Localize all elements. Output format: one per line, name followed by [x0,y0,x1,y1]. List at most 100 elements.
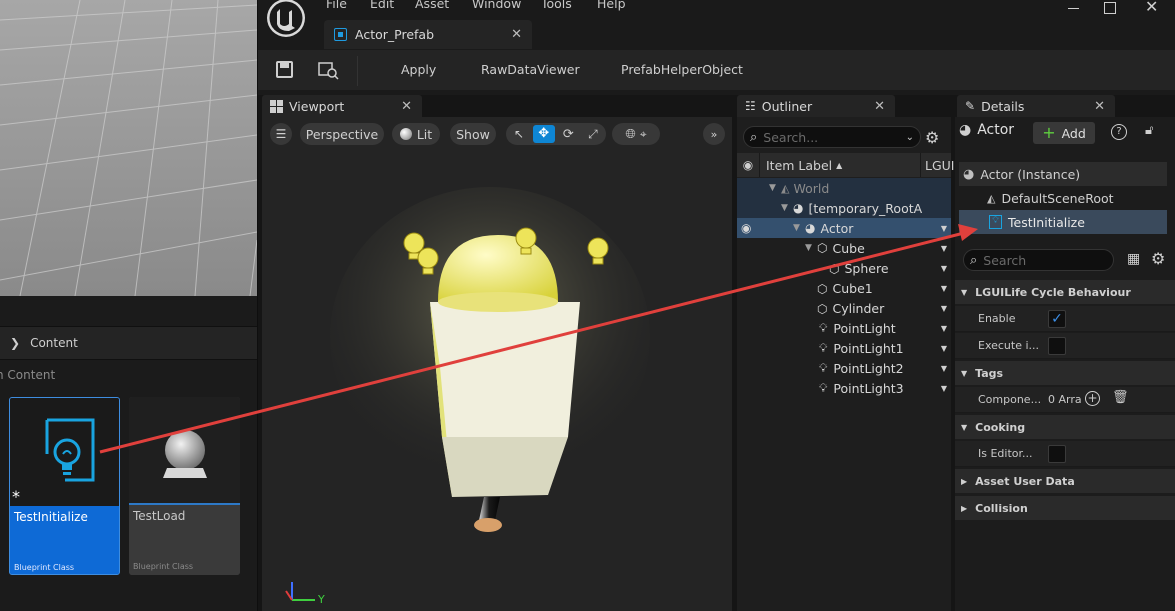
dropdown-arrow-icon[interactable]: ▼ [941,304,947,313]
asset-tile-testload[interactable]: TestLoad Blueprint Class [129,397,240,575]
outliner-icon: ☷ [745,99,756,113]
details-search-input[interactable]: ⌕ Search [963,249,1114,271]
scene-root-icon: ◭ [987,191,996,205]
document-tab-actor-prefab[interactable]: Actor_Prefab ✕ [324,20,532,49]
add-element-icon[interactable]: + [1085,391,1100,406]
tree-expand-arrow[interactable]: ▼ [769,183,781,193]
browse-asset-icon[interactable] [318,60,340,80]
tab-details[interactable]: ✎ Details ✕ [957,95,1115,117]
dropdown-arrow-icon[interactable]: ▼ [941,224,947,233]
point-light-icon: 💡︎ [819,381,828,395]
trash-icon[interactable]: 🗑︎ [1112,390,1129,405]
raw-data-viewer-button[interactable]: RawDataViewer [481,62,580,77]
outliner-row-cylinder[interactable]: ⬡ Cylinder ▼ [737,298,951,318]
help-icon[interactable]: ? [1111,124,1127,140]
tree-expand-arrow[interactable]: ▼ [781,203,793,213]
show-flags-button[interactable]: Show [450,123,496,145]
outliner-row-pointlight2[interactable]: 💡︎ PointLight2 ▼ [737,358,951,378]
minimize-button[interactable] [1064,0,1084,16]
eye-visibility-icon[interactable]: ◉ [741,221,751,235]
category-asset-user-data[interactable]: ▶ Asset User Data [955,469,1175,493]
asset-tile-testinitialize[interactable]: * TestInitialize Blueprint Class [9,397,120,575]
outliner-row-temporary-root[interactable]: ▼ ◕ [temporary_RootA [737,198,951,218]
menu-window[interactable]: Window [472,0,521,11]
column-type[interactable]: LGUI [925,158,955,173]
tab-viewport[interactable]: Viewport ✕ [262,95,422,117]
dropdown-arrow-icon[interactable]: ▼ [941,284,947,293]
property-component-tags: Compone... 0 Arra + 🗑︎ [955,387,1175,413]
menu-tools[interactable]: Tools [541,0,572,11]
lit-view-mode-button[interactable]: Lit [392,123,440,145]
gear-icon[interactable]: ⚙ [925,128,939,147]
tree-expand-arrow[interactable]: ▼ [805,243,817,253]
outliner-row-pointlight[interactable]: 💡︎ PointLight ▼ [737,318,951,338]
viewport-icon [270,99,283,113]
apply-button[interactable]: Apply [401,62,436,77]
category-lgui-life-cycle[interactable]: ▼ LGUILife Cycle Behaviour [955,280,1175,304]
tab-outliner[interactable]: ☷ Outliner ✕ [737,95,895,117]
close-window-button[interactable]: ✕ [1145,0,1158,16]
property-matrix-icon[interactable]: ▦ [1127,251,1140,267]
component-tree-testinitialize[interactable]: 💡︎ TestInitialize [959,210,1167,234]
outliner-row-world[interactable]: ▼ ◭ World [737,178,951,198]
dropdown-arrow-icon[interactable]: ▼ [941,384,947,393]
rotate-icon[interactable]: ⟳ [557,127,579,142]
lock-icon[interactable]: 🔓︎ [1145,123,1153,138]
tab-outliner-label: Outliner [761,98,813,114]
outliner-row-pointlight1[interactable]: 💡︎ PointLight1 ▼ [737,338,951,358]
component-tree-actor-instance[interactable]: ◕ Actor (Instance) [959,162,1167,186]
gear-icon[interactable]: ⚙ [1151,249,1165,268]
close-tab-icon[interactable]: ✕ [1094,99,1105,114]
dropdown-arrow-icon[interactable]: ▼ [941,244,947,253]
content-browser-header[interactable]: ❯ Content [0,326,257,360]
tab-viewport-label: Viewport [289,98,345,114]
close-tab-icon[interactable]: ✕ [401,99,412,114]
column-item-label[interactable]: Item Label [766,158,832,173]
viewport-canvas[interactable]: Y [262,117,732,611]
dropdown-arrow-icon[interactable]: ▼ [941,264,947,273]
dropdown-arrow-icon[interactable]: ▼ [941,344,947,353]
close-tab-icon[interactable]: ✕ [874,99,885,114]
menu-asset[interactable]: Asset [415,0,449,11]
scale-icon[interactable]: ⤢ [582,127,604,142]
outliner-row-pointlight3[interactable]: 💡︎ PointLight3 ▼ [737,378,951,398]
menu-edit[interactable]: Edit [370,0,394,11]
add-component-button[interactable]: + Add [1033,122,1095,144]
content-browser-title: Content [30,336,78,350]
outliner-row-cube[interactable]: ▼ ⬡ Cube ▼ [737,238,951,258]
actor-icon: ◕ [793,201,804,215]
prefab-helper-object-button[interactable]: PrefabHelperObject [621,62,743,77]
outliner-row-sphere[interactable]: ⬡ Sphere ▼ [737,258,951,278]
outliner-row-actor[interactable]: ◉ ▼ ◕ Actor ▼ [737,218,951,238]
globe-icon[interactable]: 🌐︎ [625,127,635,142]
category-cooking[interactable]: ▼ Cooking [955,415,1175,439]
outliner-search-input[interactable]: ⌕ Search... ⌄ [743,126,921,148]
dropdown-arrow-icon[interactable]: ▼ [941,324,947,333]
outliner-row-cube1[interactable]: ⬡ Cube1 ▼ [737,278,951,298]
world-icon: ◭ [781,181,790,195]
select-icon[interactable]: ↖ [508,127,530,141]
chevron-down-icon[interactable]: ⌄ [906,132,914,143]
is-editor-only-checkbox[interactable] [1048,445,1066,463]
close-tab-icon[interactable]: ✕ [511,27,522,42]
maximize-button[interactable] [1104,2,1116,14]
tree-expand-arrow[interactable]: ▼ [793,223,805,233]
property-name: Compone... [978,393,1042,406]
category-tags[interactable]: ▼ Tags [955,361,1175,385]
execute-checkbox[interactable] [1048,337,1066,355]
perspective-button[interactable]: Perspective [300,123,384,145]
details-search-placeholder: Search [983,252,1027,268]
eye-visibility-icon[interactable]: ◉ [737,158,759,172]
enable-checkbox[interactable]: ✓ [1048,310,1066,328]
component-tree-default-scene-root[interactable]: ◭ DefaultSceneRoot [959,186,1167,210]
viewport-options-button[interactable]: ☰ [270,123,292,145]
translate-icon[interactable]: ✥ [532,125,555,143]
menu-file[interactable]: File [326,0,347,11]
category-collision[interactable]: ▶ Collision [955,496,1175,520]
viewport-overflow-button[interactable]: » [703,123,725,145]
category-label: Cooking [975,420,1026,434]
surface-snap-icon[interactable]: ⌖ [640,127,647,142]
menu-help[interactable]: Help [597,0,626,11]
dropdown-arrow-icon[interactable]: ▼ [941,364,947,373]
save-icon[interactable] [276,61,293,78]
